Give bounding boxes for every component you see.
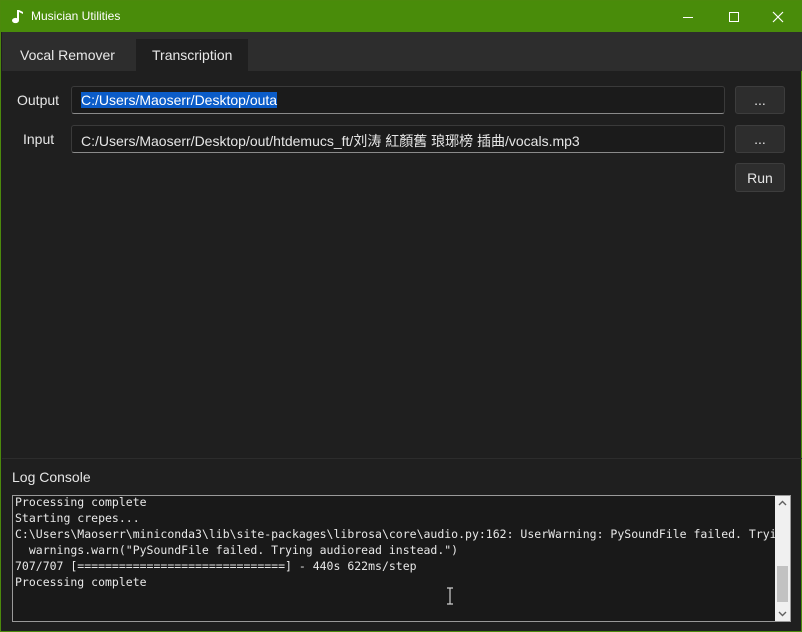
log-line: Processing complete <box>15 575 147 589</box>
log-line: Starting crepes... <box>15 511 140 525</box>
maximize-icon <box>729 11 739 22</box>
input-path-value: C:/Users/Maoserr/Desktop/out/htdemucs_ft… <box>81 133 580 149</box>
log-console-text: Processing complete Starting crepes... C:\… <box>15 495 791 590</box>
minimize-icon <box>683 16 693 18</box>
log-line: 707/707 [==============================]… <box>15 559 417 573</box>
section-divider <box>2 458 802 459</box>
close-icon <box>772 11 784 22</box>
output-path-field[interactable]: C:/Users/Maoserr/Desktop/outa <box>71 86 725 114</box>
tab-label: Transcription <box>152 47 233 63</box>
input-path-field[interactable]: C:/Users/Maoserr/Desktop/out/htdemucs_ft… <box>71 125 725 153</box>
scroll-up-arrow-icon[interactable] <box>778 499 787 508</box>
input-browse-button[interactable]: ... <box>735 125 785 153</box>
log-line: warnings.warn("PySoundFile failed. Tryin… <box>15 543 459 557</box>
output-browse-button[interactable]: ... <box>735 86 785 114</box>
minimize-button[interactable] <box>665 1 711 32</box>
log-line: Processing complete <box>15 495 147 509</box>
window-title: Musician Utilities <box>31 9 121 23</box>
console-scrollbar[interactable] <box>775 496 790 621</box>
title-bar[interactable]: Musician Utilities <box>1 1 801 32</box>
app-window: Musician Utilities Vocal Remover Transcr… <box>0 0 802 632</box>
log-line: C:\Users\Maoserr\miniconda3\lib\site-pac… <box>15 527 791 541</box>
music-note-icon <box>12 10 23 24</box>
scroll-down-arrow-icon[interactable] <box>778 609 787 618</box>
tab-transcription[interactable]: Transcription <box>136 39 249 71</box>
output-path-value: C:/Users/Maoserr/Desktop/outa <box>81 92 278 108</box>
scrollbar-thumb[interactable] <box>777 566 788 602</box>
tab-label: Vocal Remover <box>20 47 115 63</box>
input-label: Input <box>23 131 55 147</box>
maximize-button[interactable] <box>711 1 757 32</box>
output-label: Output <box>17 92 60 108</box>
tab-vocal-remover[interactable]: Vocal Remover <box>4 39 131 71</box>
text-cursor-icon <box>447 587 453 605</box>
run-button[interactable]: Run <box>735 163 785 192</box>
log-console-label: Log Console <box>12 469 91 485</box>
close-button[interactable] <box>755 1 801 32</box>
tab-bar: Vocal Remover Transcription <box>2 32 802 71</box>
log-console[interactable]: Processing complete Starting crepes... C:\… <box>12 495 791 622</box>
